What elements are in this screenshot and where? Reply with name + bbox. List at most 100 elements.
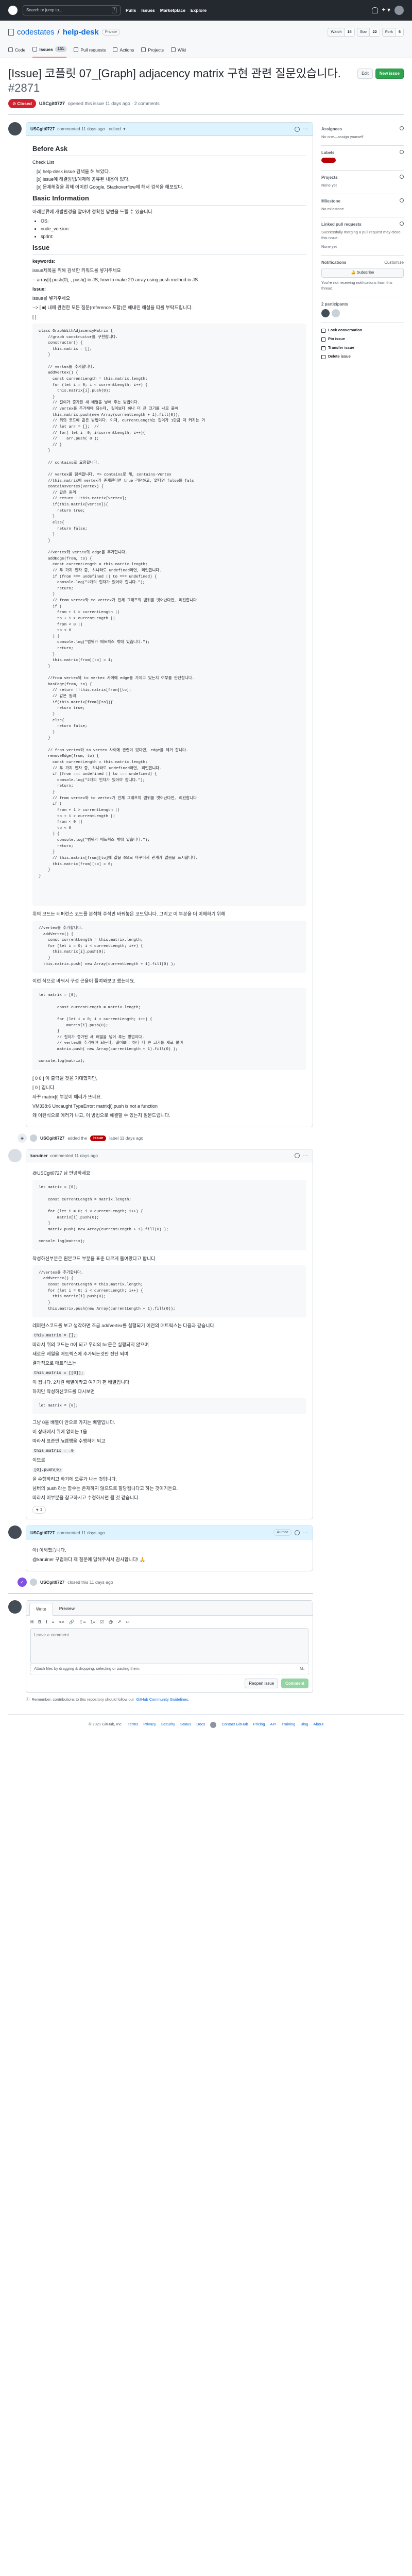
watch-button[interactable]: Watch 15: [328, 28, 355, 37]
gear-icon[interactable]: [400, 175, 404, 179]
comment-button[interactable]: Comment: [281, 1678, 308, 1689]
link-icon[interactable]: 🔗: [69, 1619, 75, 1625]
nav-pulls[interactable]: Pulls: [126, 7, 136, 13]
issue-label-chip[interactable]: Issue: [90, 1135, 107, 1141]
transfer-issue-label: Transfer issue: [328, 345, 354, 350]
tab-projects[interactable]: Projects: [141, 44, 164, 58]
footer-link-status[interactable]: Status: [180, 1722, 191, 1728]
repo-name-link[interactable]: help-desk: [63, 27, 99, 38]
avatar[interactable]: [8, 1600, 22, 1614]
footer-link-contact[interactable]: Contact GitHub: [221, 1722, 248, 1728]
paragraph: 결과적으로 매트릭스는: [32, 1360, 77, 1366]
add-reaction-icon[interactable]: [294, 1530, 300, 1535]
guidelines-link[interactable]: GitHub Community Guidelines.: [136, 1697, 189, 1703]
footer-link-privacy[interactable]: Privacy: [143, 1722, 156, 1728]
comment-author[interactable]: USCgit0727: [30, 1530, 55, 1536]
pin-issue-label: Pin issue: [328, 336, 345, 342]
participant-avatar[interactable]: [321, 309, 330, 318]
footer-link-terms[interactable]: Terms: [128, 1722, 138, 1728]
markdown-icon: M↓: [300, 1666, 305, 1671]
new-issue-button[interactable]: New issue: [375, 69, 404, 79]
comment-textarea[interactable]: Leave a comment: [30, 1628, 308, 1664]
nav-issues[interactable]: Issues: [141, 7, 154, 13]
paragraph: 이므로: [32, 1457, 45, 1463]
github-logo-icon[interactable]: [8, 6, 18, 15]
avatar[interactable]: [8, 122, 22, 136]
avatar[interactable]: [30, 1134, 37, 1142]
saved-reply-icon[interactable]: ↩: [126, 1619, 129, 1625]
repo-owner-link[interactable]: codestates: [17, 27, 55, 38]
footer-link-pricing[interactable]: Pricing: [253, 1722, 265, 1728]
heading-icon[interactable]: H: [30, 1619, 33, 1625]
task-list-icon[interactable]: ☑: [100, 1619, 104, 1625]
numbered-list-icon[interactable]: 1≡: [91, 1619, 96, 1625]
event-actor[interactable]: USCgit0727: [40, 1135, 64, 1141]
customize-link[interactable]: Customize: [384, 260, 404, 266]
tab-issues[interactable]: Issues 131: [32, 44, 67, 58]
subscribe-button[interactable]: 🔔 Subscribe: [321, 268, 404, 278]
tab-preview[interactable]: Preview: [53, 1603, 81, 1615]
footer-link-security[interactable]: Security: [161, 1722, 175, 1728]
footer-link-api[interactable]: API: [270, 1722, 277, 1728]
avatar[interactable]: [30, 1579, 37, 1586]
gear-icon[interactable]: [400, 149, 404, 154]
quote-icon[interactable]: ≡: [52, 1619, 55, 1625]
participant-avatar[interactable]: [332, 309, 340, 318]
more-options-icon[interactable]: ···: [303, 1153, 309, 1159]
more-options-icon[interactable]: ···: [303, 1530, 309, 1536]
nav-marketplace[interactable]: Marketplace: [160, 7, 185, 13]
fork-count: 6: [395, 28, 403, 37]
transfer-issue-button[interactable]: Transfer issue: [321, 344, 404, 352]
tab-code[interactable]: Code: [8, 44, 25, 58]
lock-conversation-button[interactable]: Lock conversation: [321, 326, 404, 335]
fork-button[interactable]: Fork 6: [382, 28, 404, 37]
nav-explore[interactable]: Explore: [191, 7, 207, 13]
bold-icon[interactable]: B: [38, 1619, 41, 1625]
tab-wiki[interactable]: Wiki: [171, 44, 186, 58]
avatar[interactable]: [8, 1149, 22, 1163]
pin-issue-button[interactable]: Pin issue: [321, 335, 404, 344]
tab-pull-requests[interactable]: Pull requests: [74, 44, 106, 58]
edit-title-button[interactable]: Edit: [357, 69, 373, 79]
basic-info-list: OS: node_version: sprint:: [41, 218, 306, 240]
footer-link-docs[interactable]: Docs: [196, 1722, 205, 1728]
event-actor[interactable]: USCgit0727: [40, 1579, 64, 1585]
check-list-title: Check List: [32, 159, 55, 165]
tab-write[interactable]: Write: [29, 1603, 53, 1616]
footer-link-about[interactable]: About: [314, 1722, 324, 1728]
projects-label: Projects: [321, 175, 338, 180]
gear-icon[interactable]: [400, 222, 404, 226]
footer-link-blog[interactable]: Blog: [300, 1722, 308, 1728]
user-avatar-menu[interactable]: [394, 6, 404, 15]
heart-icon: ♥: [36, 1507, 39, 1512]
gear-icon[interactable]: [400, 198, 404, 202]
gear-icon[interactable]: [400, 126, 404, 131]
star-button[interactable]: Star 22: [356, 28, 380, 37]
add-reaction-icon[interactable]: [294, 126, 300, 132]
tab-actions[interactable]: Actions: [113, 44, 134, 58]
issue-author-link[interactable]: USCgit0727: [39, 100, 65, 107]
reopen-issue-button[interactable]: Reopen issue: [245, 1678, 279, 1689]
create-new-icon[interactable]: + ▾: [382, 6, 390, 14]
notifications-bell-icon[interactable]: [371, 7, 378, 13]
comment-author[interactable]: USCgit0727: [30, 126, 55, 132]
italic-icon[interactable]: I: [46, 1619, 47, 1625]
more-options-icon[interactable]: ···: [303, 126, 309, 132]
avatar[interactable]: [8, 1526, 22, 1539]
comment-author[interactable]: karuiner: [30, 1153, 48, 1159]
add-reaction-icon[interactable]: [294, 1153, 300, 1159]
mention-icon[interactable]: @: [109, 1619, 113, 1625]
assignees-value[interactable]: No one—assign yourself: [321, 134, 404, 140]
search-input[interactable]: Search or jump to... /: [23, 5, 121, 15]
edited-caret-icon[interactable]: ▾: [123, 126, 125, 132]
github-logo-icon[interactable]: [210, 1722, 217, 1728]
cross-reference-icon[interactable]: ↗: [117, 1619, 121, 1625]
attach-files-area[interactable]: Attach files by dragging & dropping, sel…: [30, 1664, 308, 1674]
issue-label-chip[interactable]: [321, 158, 336, 163]
heart-reaction-button[interactable]: ♥ 1: [32, 1505, 46, 1514]
footer-link-training[interactable]: Training: [282, 1722, 296, 1728]
paragraph: 레퍼런스코드를 보고 생각하면 조금 addVertex를 실행되기 이전의 매…: [32, 1323, 216, 1329]
code-icon[interactable]: <>: [59, 1619, 64, 1625]
bullet-list-icon[interactable]: ⋮≡: [79, 1619, 85, 1625]
delete-issue-button[interactable]: Delete issue: [321, 352, 404, 361]
